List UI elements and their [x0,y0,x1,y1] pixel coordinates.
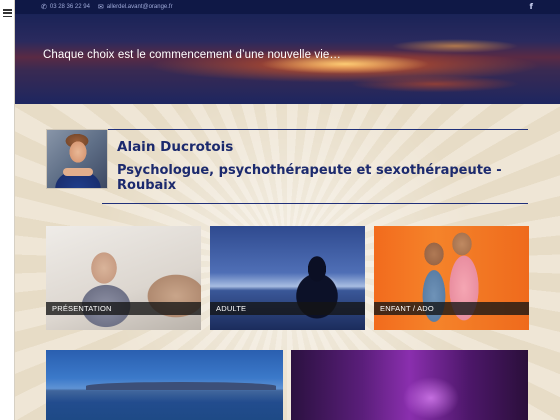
tile-purple-room[interactable] [291,350,528,420]
profile-subtitle: Psychologue, psychothérapeute et sexothé… [117,163,502,193]
tile-label: PRÉSENTATION [46,302,201,315]
phone-contact[interactable]: ✆ 03 28 36 22 94 [41,3,90,11]
phone-icon: ✆ [41,4,47,11]
tile-hills [86,382,276,390]
profile-photo [46,129,108,189]
email-contact[interactable]: ✉ allerdel.avant@orange.fr [98,3,173,11]
tile-landscape-sea[interactable] [46,350,283,420]
tile-label: ADULTE [210,302,365,315]
phone-number: 03 28 36 22 94 [49,4,90,10]
hamburger-line [3,12,12,14]
tile-adulte[interactable]: ADULTE [210,226,365,330]
hamburger-menu-icon[interactable] [3,9,12,17]
envelope-icon: ✉ [97,4,104,11]
email-address: allerdel.avant@orange.fr [106,4,173,10]
tile-presentation[interactable]: PRÉSENTATION [46,226,201,330]
hamburger-line [3,9,12,11]
profile-name: Alain Ducrotois [117,139,234,155]
tile-label: ENFANT / ADO [374,302,529,315]
banner-tagline: Chaque choix est le commencement d’une n… [43,49,341,61]
sidebar [0,0,15,420]
divider-bottom [102,203,528,204]
divider-top [102,129,528,130]
hamburger-line [3,15,12,17]
header-banner: Chaque choix est le commencement d’une n… [15,14,560,104]
tile-enfant-ado[interactable]: ENFANT / ADO [374,226,529,330]
contact-bar: ✆ 03 28 36 22 94 ✉ allerdel.avant@orange… [15,0,560,14]
portrait-hands [63,168,93,176]
facebook-icon[interactable]: f [530,2,533,11]
